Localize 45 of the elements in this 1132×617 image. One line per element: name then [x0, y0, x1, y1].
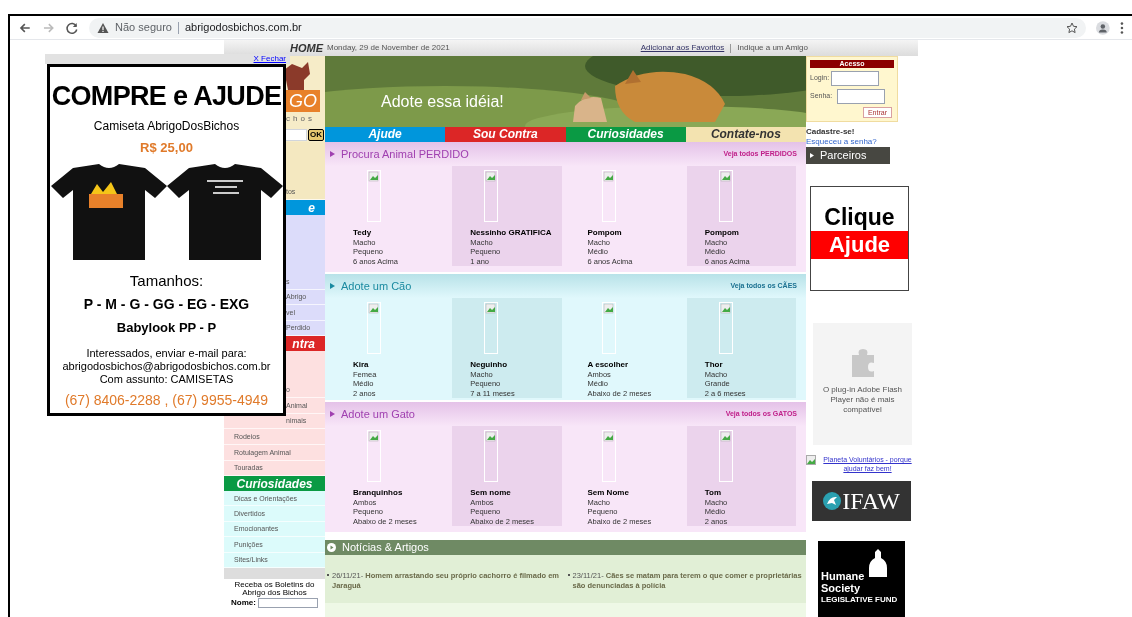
newsletter-text: Receba os Boletins do Abrigo dos Bichos — [233, 581, 316, 597]
section-header: ntra — [292, 335, 315, 353]
logo-text: IFAW — [842, 487, 900, 516]
sizes-text: Babylook PP - P — [116, 319, 217, 337]
logo-text: GO — [289, 92, 317, 110]
animal-name: Thor — [704, 360, 724, 370]
date-text: Monday, 29 de November de 2021 — [327, 42, 450, 54]
animal-name: A escolher — [587, 360, 630, 370]
product-name: Camiseta AbrigoDosBichos — [93, 118, 240, 135]
url-text: abrigodosbichos.com.br — [184, 20, 302, 36]
animal-name: Pompom — [704, 228, 740, 238]
sizes-label: Tamanhos: — [129, 270, 204, 291]
logo-subtext: chos — [286, 113, 315, 125]
animal-name: Branquinhos — [353, 488, 404, 498]
animal-name: Sem Nome — [587, 488, 630, 498]
animal-name: Nessinho GRATIFICA — [470, 228, 553, 238]
security-label: Não seguro — [115, 20, 172, 36]
animal-name: Pompom — [587, 228, 623, 238]
contact-text: Interessados, enviar e-mail para: — [86, 346, 247, 360]
section-title: Adote um Gato — [341, 406, 415, 422]
section-header: Curiosidades — [236, 475, 313, 493]
animal-name: Tom — [704, 488, 723, 498]
contact-text: Com assunto: CAMISETAS — [99, 372, 234, 386]
section-title: Notícias & Artigos — [342, 540, 429, 556]
contact-text: abrigodosbichos@abrigodosbichos.com.br — [62, 359, 271, 373]
price: R$ 25,00 — [140, 139, 193, 157]
animal-name: Tedy — [353, 228, 373, 238]
section-title: Adote um Cão — [341, 278, 412, 294]
logo-text: Society — [821, 582, 862, 594]
field-label: Nome: — [231, 599, 256, 607]
banner-caption: Adote essa idéia! — [381, 92, 504, 112]
popup-heading: COMPRE e AJUDE — [51, 81, 282, 111]
section-title: Parceiros — [820, 148, 867, 164]
ad-text: Clique — [823, 203, 896, 231]
plugin-message: O plug-in Adobe Flash Player não é mais compatível — [821, 385, 904, 415]
animal-name: Kira — [353, 360, 370, 370]
sizes-text: P - M - G - GG - EG - EXG — [83, 295, 250, 314]
phone-numbers: (67) 8406-2288 , (67) 9955-4949 — [64, 390, 269, 410]
logo-text: Humane — [821, 570, 866, 582]
logo-text: LEGISLATIVE FUND — [821, 594, 899, 606]
animal-name: Sem nome — [470, 488, 512, 498]
section-title: Procura Animal PERDIDO — [341, 146, 469, 162]
section-header: e — [308, 199, 315, 217]
animal-name: Neguinho — [470, 360, 509, 370]
ad-text: Ajude — [811, 231, 908, 259]
